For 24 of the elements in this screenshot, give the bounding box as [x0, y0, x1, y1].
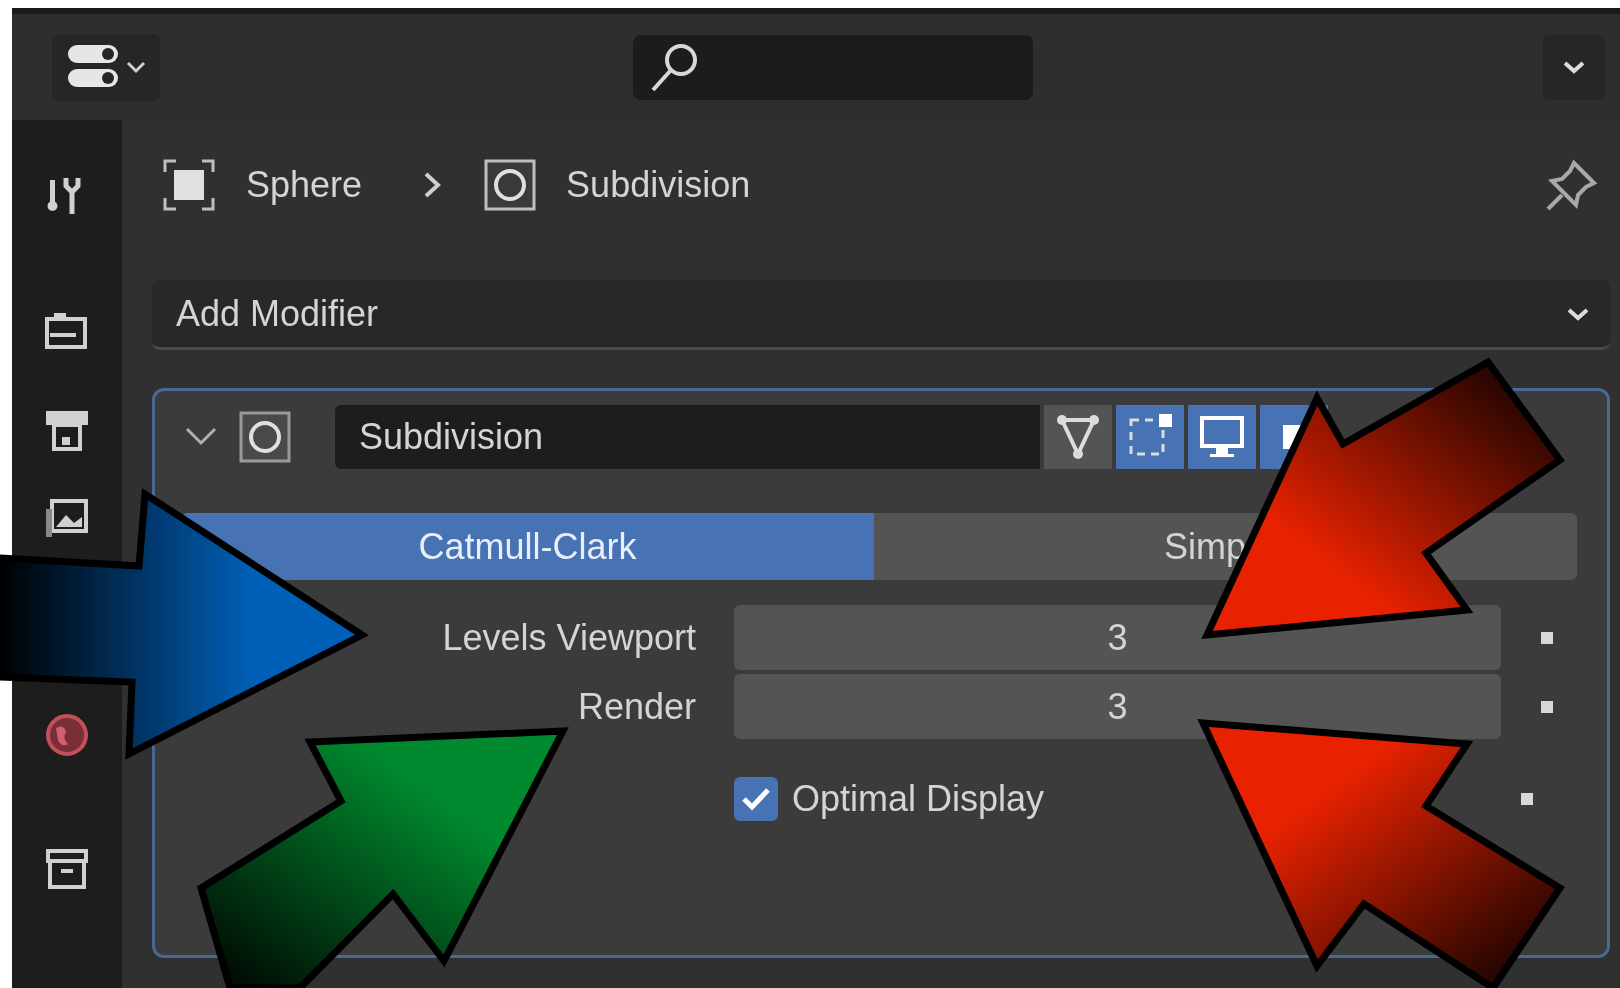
chevron-down-icon — [1562, 59, 1586, 75]
modifier-toggle-button[interactable] — [1044, 404, 1112, 469]
object-square-icon — [162, 158, 216, 212]
chevron-down-icon — [126, 60, 146, 74]
number-field[interactable]: 3 — [734, 674, 1501, 739]
editor-type-button[interactable] — [52, 33, 160, 101]
checkmark-icon — [741, 786, 771, 812]
ring-square-icon — [484, 159, 537, 211]
field-label: Render — [576, 684, 696, 729]
optimal-display-checkbox[interactable] — [734, 777, 778, 821]
dropdown-button[interactable] — [1543, 34, 1605, 100]
search-field[interactable] — [633, 34, 1033, 100]
breadcrumb-label: Subdivision — [566, 163, 751, 207]
subdivision-type-tab[interactable]: Catmull-Clark — [181, 513, 874, 580]
monitor-icon — [1198, 413, 1246, 460]
ring-square-icon — [239, 410, 291, 463]
modifier-toggle-button[interactable] — [1116, 404, 1184, 469]
pin-icon[interactable] — [1544, 157, 1600, 213]
add-modifier-dropdown[interactable]: Add Modifier — [152, 280, 1610, 350]
modifier-toggle-button[interactable] — [1188, 404, 1256, 469]
breadcrumb-label: Sphere — [246, 163, 363, 207]
checkbox-label: Optimal Display — [792, 777, 1045, 821]
modifier-name-field[interactable]: Subdivision — [335, 404, 1040, 469]
field-label: Levels Viewport — [441, 615, 696, 660]
